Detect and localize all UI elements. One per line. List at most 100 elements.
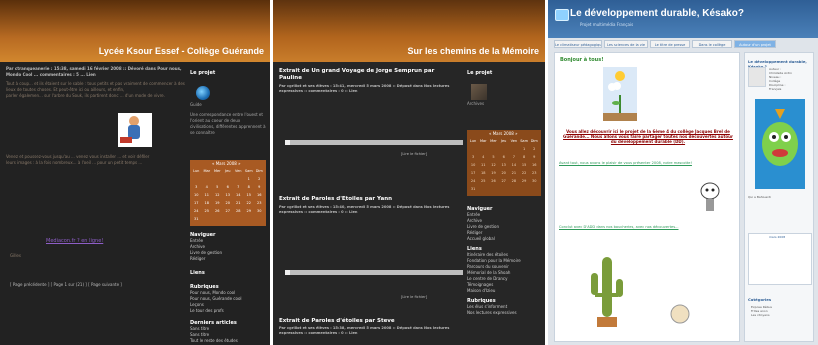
calendar-day[interactable]: 27: [499, 178, 509, 185]
calendar-day: [202, 216, 213, 223]
calendar-day[interactable]: 25: [202, 208, 213, 215]
calendar-day[interactable]: 9: [529, 154, 539, 161]
post-title[interactable]: Extrait de Un grand Voyage de Jorge Semp…: [279, 68, 459, 82]
calendar-day[interactable]: 17: [191, 200, 202, 207]
tab-presse[interactable]: Le titre de presse: [650, 40, 690, 48]
calendar-day[interactable]: 24: [191, 208, 202, 215]
calendar-day[interactable]: 2: [254, 176, 265, 183]
calendar-day[interactable]: 30: [529, 178, 539, 185]
calendar-day[interactable]: 3: [468, 154, 478, 161]
calendar-day[interactable]: 2: [529, 146, 539, 153]
calendar-day[interactable]: 19: [488, 170, 498, 177]
calendar-day[interactable]: 18: [202, 200, 213, 207]
podcast-link[interactable]: [Lire le fichier]: [401, 152, 427, 156]
calendar-day[interactable]: 7: [233, 184, 244, 191]
calendar-day[interactable]: 23: [529, 170, 539, 177]
calendar-day[interactable]: 5: [488, 154, 498, 161]
calendar-day[interactable]: 8: [244, 184, 255, 191]
sidebar-question[interactable]: Qui a Bahiuerdi: [748, 195, 808, 199]
calendar-day[interactable]: 4: [478, 154, 488, 161]
calendar-day[interactable]: 24: [468, 178, 478, 185]
calendar-day[interactable]: 25: [478, 178, 488, 185]
calendar-day[interactable]: 16: [254, 192, 265, 199]
tab-climat[interactable]: Le climatiseur pédagogique: [554, 40, 602, 48]
calendar-day[interactable]: 18: [478, 170, 488, 177]
mascot-link[interactable]: Avant tout, nous avons le plaisir de vou…: [559, 161, 737, 165]
calendar-day[interactable]: 26: [212, 208, 223, 215]
calendar-day[interactable]: 29: [244, 208, 255, 215]
calendar-day[interactable]: 3: [191, 184, 202, 191]
tab-projet[interactable]: Autour d'un projet: [734, 40, 776, 48]
calendar-day[interactable]: 13: [223, 192, 234, 199]
conclusion-link[interactable]: Conclut avec D'ADD dans nos boucheries, …: [559, 225, 737, 229]
calendar-day[interactable]: 12: [488, 162, 498, 169]
main-content: Bonjour à tous! Vous allez découvrir ici…: [554, 52, 740, 342]
blog-title[interactable]: Lycée Ksour Essef - Collège Guérande: [99, 46, 264, 56]
calendar-day: [254, 216, 265, 223]
calendar-day-header: Jeu: [225, 169, 231, 173]
calendar-day[interactable]: 1: [519, 146, 529, 153]
calendar-day[interactable]: 8: [519, 154, 529, 161]
category-item[interactable]: Le tour des profs: [190, 308, 266, 314]
recent-item[interactable]: Tout le reste des études: [190, 338, 266, 344]
calendar-day[interactable]: 16: [529, 162, 539, 169]
blog-title[interactable]: Sur les chemins de la Mémoire: [407, 46, 539, 56]
post-link[interactable]: Mediacon.fr ? en ligne!: [46, 238, 103, 244]
calendar-day[interactable]: 23: [254, 200, 265, 207]
nav-item[interactable]: Accueil global: [467, 236, 541, 242]
calendar-day[interactable]: 22: [519, 170, 529, 177]
calendar-day[interactable]: 15: [519, 162, 529, 169]
calendar-day[interactable]: 9: [254, 184, 265, 191]
calendar-day[interactable]: 30: [254, 208, 265, 215]
post-title[interactable]: Extrait de Paroles d'Etoiles par Yann: [279, 196, 459, 203]
calendar-day[interactable]: 13: [499, 162, 509, 169]
calendar-day[interactable]: 5: [212, 184, 223, 191]
calendar-day[interactable]: 19: [212, 200, 223, 207]
calendar-day[interactable]: 11: [478, 162, 488, 169]
post-title[interactable]: Extrait de Paroles d'étoiles par Steve: [279, 318, 459, 325]
calendar-day[interactable]: 4: [202, 184, 213, 191]
audio-player[interactable]: [285, 140, 463, 145]
category-item[interactable]: Nos lectures expressives: [467, 310, 541, 316]
calendar-title[interactable]: mars 2008: [769, 235, 785, 239]
calendar-day[interactable]: 26: [488, 178, 498, 185]
calendar-day[interactable]: 22: [244, 200, 255, 207]
intro-text[interactable]: Vous allez découvrir ici le projet de la…: [563, 129, 733, 144]
calendar-day[interactable]: 28: [233, 208, 244, 215]
pagination[interactable]: [ Page précédente ] [ Page 1 sur (21) ] …: [10, 282, 122, 287]
calendar-day[interactable]: 20: [499, 170, 509, 177]
calendar-day[interactable]: 12: [212, 192, 223, 199]
nav-item[interactable]: Rédiger: [190, 256, 266, 262]
calendar-day[interactable]: 21: [233, 200, 244, 207]
calendar-day[interactable]: 6: [223, 184, 234, 191]
calendar-day[interactable]: 1: [244, 176, 255, 183]
calendar-day[interactable]: 11: [202, 192, 213, 199]
calendar-day: [499, 146, 509, 153]
podcast-link[interactable]: [Lire le fichier]: [401, 295, 427, 299]
calendar-title[interactable]: « Mars 2008 »: [212, 161, 241, 166]
thumbnail-caption[interactable]: Archives: [467, 101, 541, 107]
calendar-day[interactable]: 29: [519, 178, 529, 185]
calendar-day[interactable]: 6: [499, 154, 509, 161]
calendar-day[interactable]: 31: [468, 186, 478, 193]
calendar-day[interactable]: 28: [509, 178, 519, 185]
calendar-day[interactable]: 21: [509, 170, 519, 177]
site-title[interactable]: Le développement durable, Késako?: [570, 8, 744, 19]
calendar-day[interactable]: 17: [468, 170, 478, 177]
calendar-day[interactable]: 27: [223, 208, 234, 215]
calendar-day[interactable]: 14: [233, 192, 244, 199]
link-item[interactable]: Maison d'Izieu: [467, 288, 541, 294]
calendar-title[interactable]: « Mars 2008 »: [489, 131, 518, 136]
calendar-day[interactable]: 14: [509, 162, 519, 169]
calendar-day[interactable]: 31: [191, 216, 202, 223]
project-thumbnail[interactable]: [471, 84, 487, 100]
category-item[interactable]: Les citoyens: [751, 313, 809, 317]
calendar-day[interactable]: 7: [509, 154, 519, 161]
audio-player[interactable]: [285, 270, 463, 275]
calendar-day[interactable]: 15: [244, 192, 255, 199]
calendar-day[interactable]: 10: [191, 192, 202, 199]
tab-college[interactable]: Dans le collège: [692, 40, 732, 48]
calendar-day[interactable]: 10: [468, 162, 478, 169]
tab-sciences[interactable]: Les sciences de la vie: [604, 40, 648, 48]
calendar-day[interactable]: 20: [223, 200, 234, 207]
